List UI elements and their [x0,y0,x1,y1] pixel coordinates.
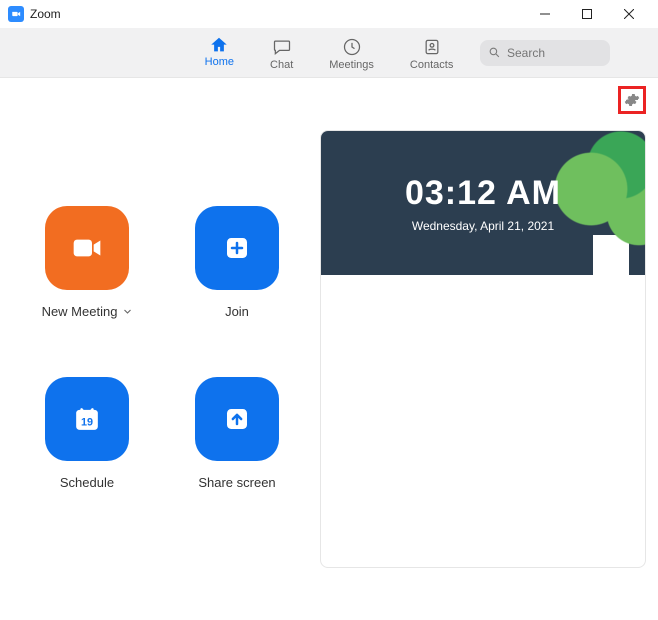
share-screen-button[interactable] [195,377,279,461]
new-meeting-label-row[interactable]: New Meeting [42,304,133,319]
main-content: New Meeting Join [0,78,658,620]
tab-chat-label: Chat [270,59,293,71]
share-screen-label: Share screen [198,475,275,490]
tile-schedule: 19 Schedule [12,377,162,490]
window-maximize-button[interactable] [566,0,608,28]
window-close-button[interactable] [608,0,650,28]
clock-time: 03:12 AM [405,174,561,213]
plus-icon [217,228,257,268]
tab-contacts[interactable]: Contacts [406,32,457,77]
video-icon [67,228,107,268]
clock-date: Wednesday, April 21, 2021 [412,219,554,233]
search-icon [488,46,501,59]
action-tiles: New Meeting Join [12,206,312,490]
tab-chat[interactable]: Chat [266,32,297,77]
clock-banner: 03:12 AM Wednesday, April 21, 2021 [321,131,645,275]
home-icon [209,36,229,54]
tab-contacts-label: Contacts [410,59,453,71]
zoom-app-icon [8,6,24,22]
titlebar: Zoom [0,0,658,28]
tab-meetings[interactable]: Meetings [325,32,378,77]
join-button[interactable] [195,206,279,290]
contacts-icon [422,37,442,57]
tab-home[interactable]: Home [201,32,238,77]
info-panel: 03:12 AM Wednesday, April 21, 2021 [320,130,646,568]
nav-tabs: Home Chat Meetings Contacts [201,28,458,77]
search-field[interactable] [480,40,610,66]
tab-home-label: Home [205,56,234,68]
schedule-label: Schedule [60,475,114,490]
share-up-icon [217,399,257,439]
clock-icon [342,37,362,57]
search-input[interactable] [507,46,597,60]
tab-meetings-label: Meetings [329,59,374,71]
tile-share-screen: Share screen [162,377,312,490]
new-meeting-label: New Meeting [42,304,118,319]
window-minimize-button[interactable] [524,0,566,28]
window-title: Zoom [30,7,61,21]
navbar: Home Chat Meetings Contacts [0,28,658,78]
join-label: Join [225,304,249,319]
calendar-icon: 19 [67,399,107,439]
chat-icon [272,37,292,57]
tile-join: Join [162,206,312,319]
tile-new-meeting: New Meeting [12,206,162,319]
schedule-button[interactable]: 19 [45,377,129,461]
chevron-down-icon [123,307,132,316]
new-meeting-button[interactable] [45,206,129,290]
calendar-day: 19 [81,417,93,429]
